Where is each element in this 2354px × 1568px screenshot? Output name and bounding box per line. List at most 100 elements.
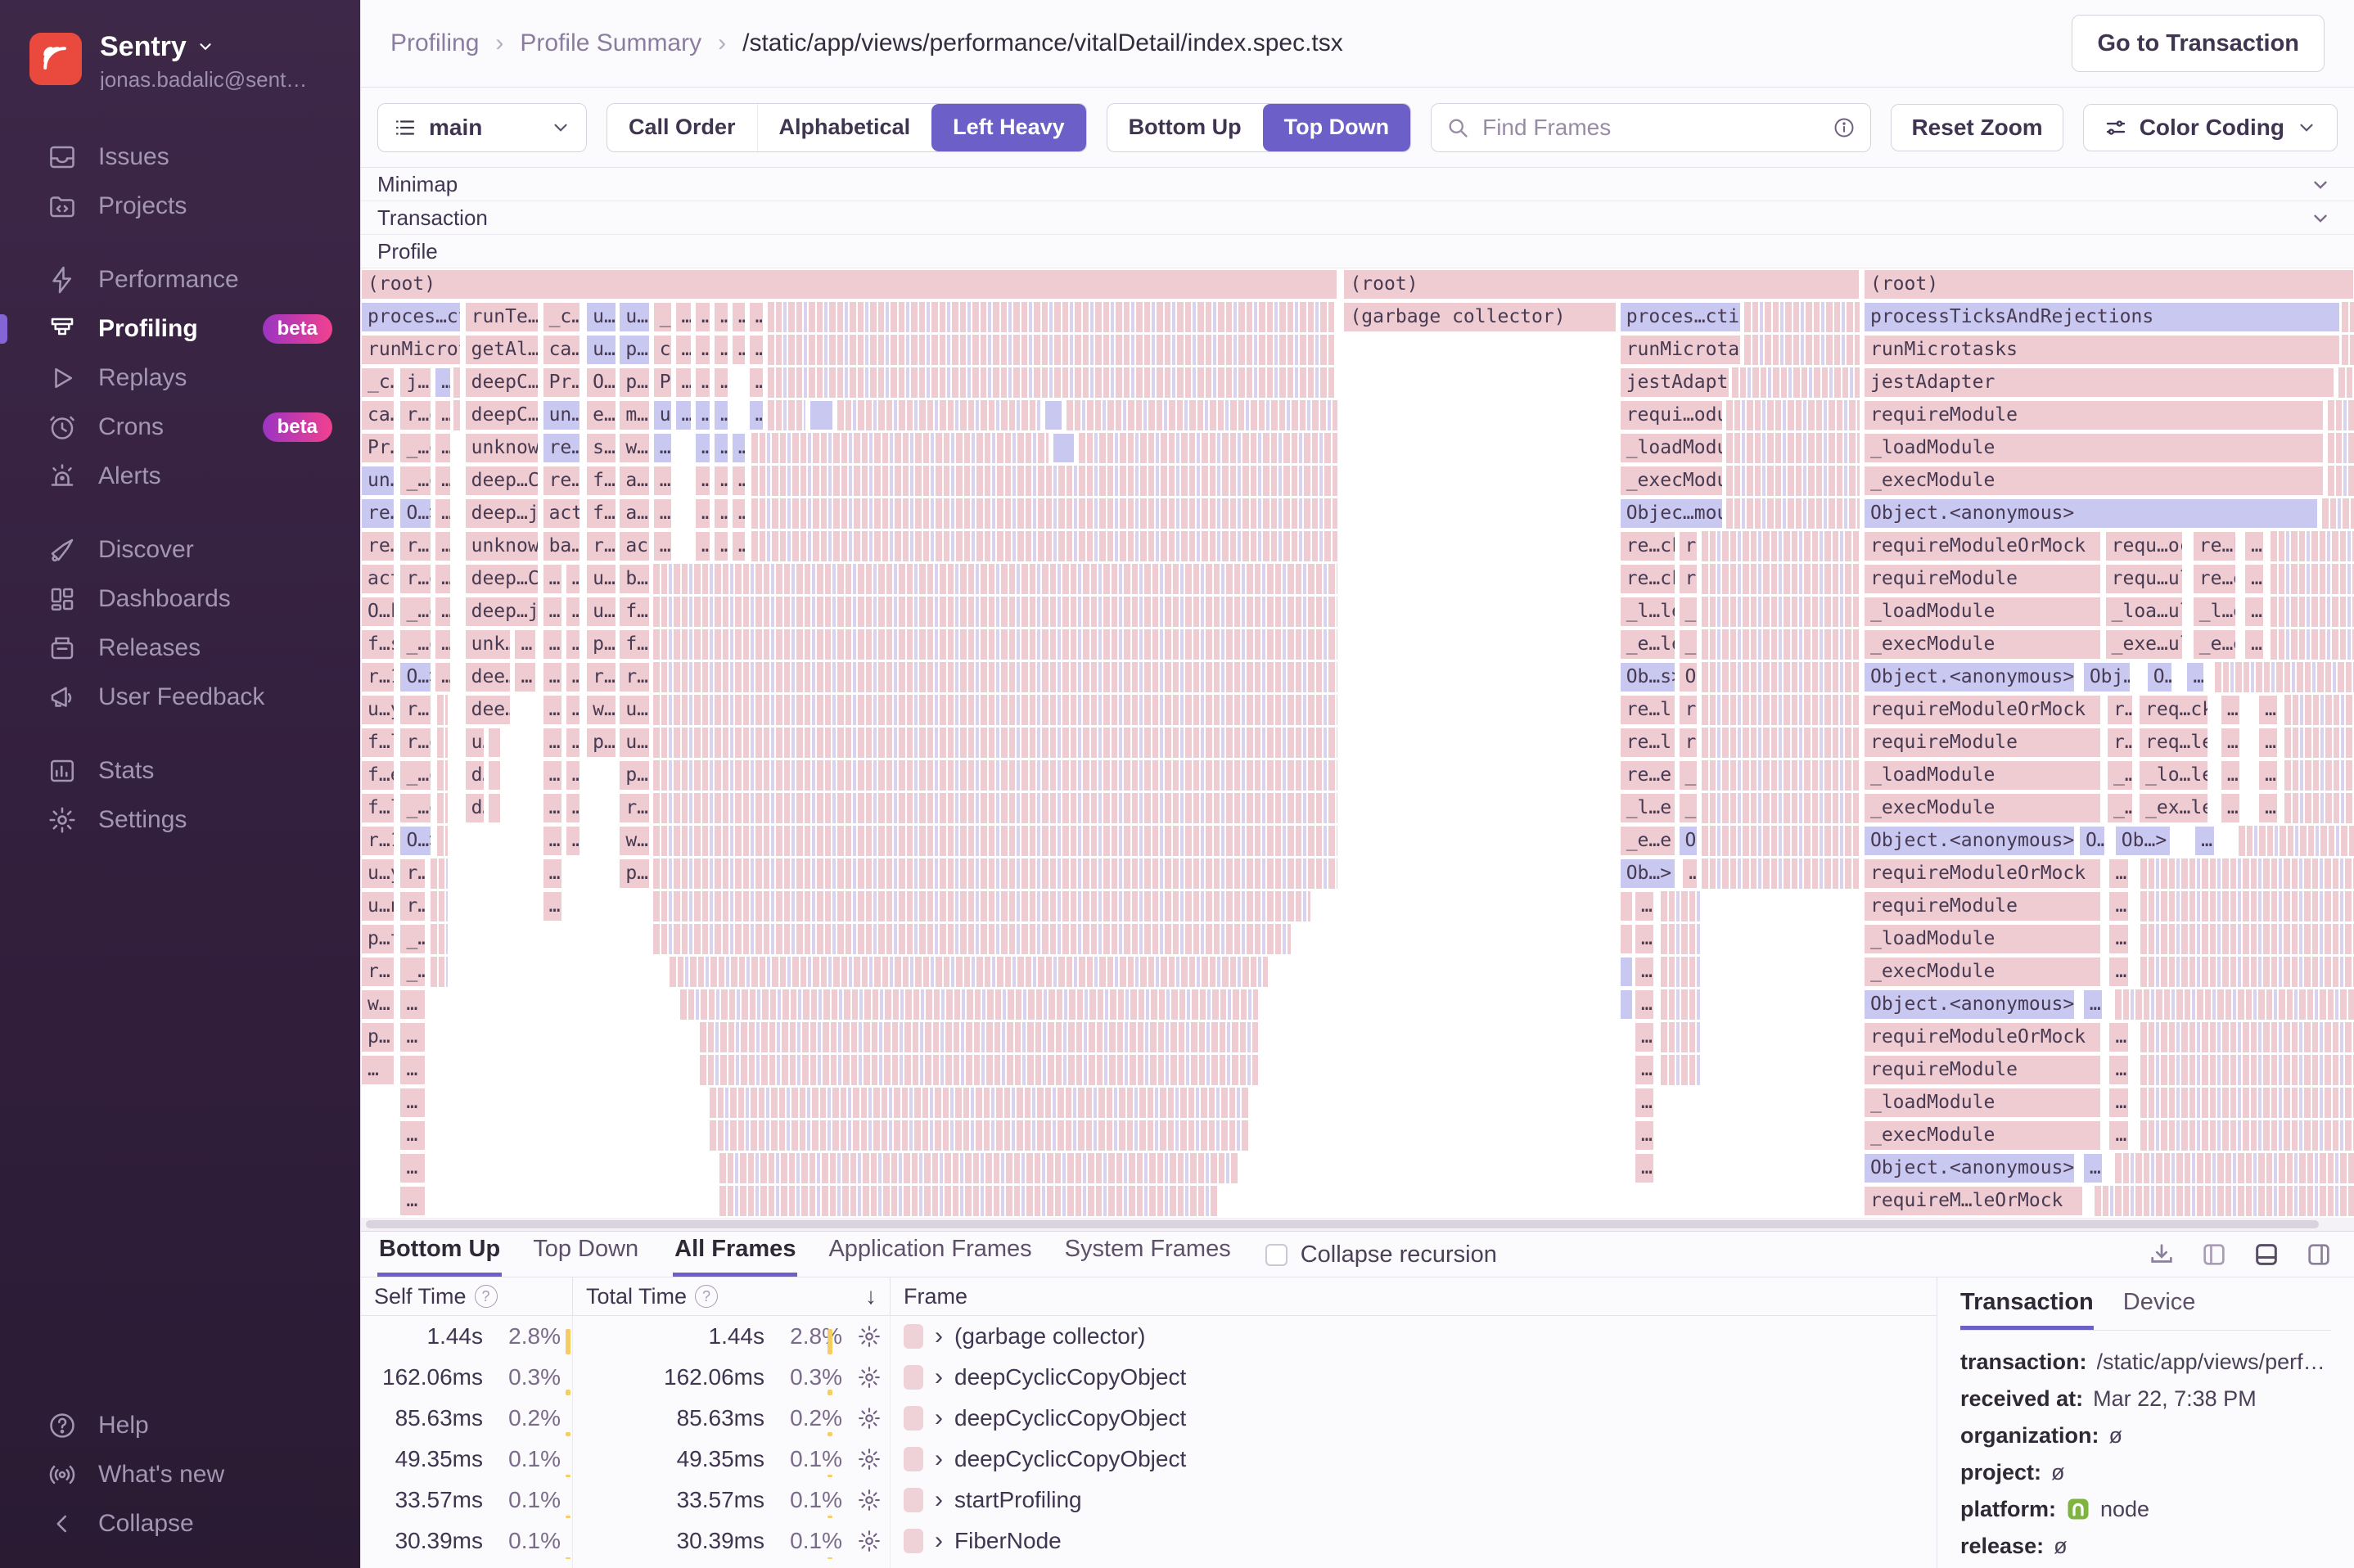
flame-frame[interactable]: _… [1679, 760, 1698, 791]
flame-frame[interactable]: f…l [619, 629, 650, 660]
flame-frame[interactable]: Pr…ed [543, 367, 580, 398]
sidebar-item-stats[interactable]: Stats [0, 746, 360, 795]
flame-frame[interactable] [653, 662, 1337, 692]
flame-frame[interactable]: dee…py [465, 662, 511, 692]
total-time-header[interactable]: Total Time? ↓ [572, 1277, 890, 1315]
breadcrumb-item[interactable]: Profile Summary [520, 29, 701, 57]
flame-frame[interactable]: … [435, 564, 450, 594]
flame-frame[interactable]: Obj…s> [2083, 662, 2131, 692]
flame-frame[interactable] [2140, 1120, 2354, 1151]
flame-frame[interactable]: … [695, 335, 710, 365]
flame-frame[interactable] [2095, 1186, 2354, 1216]
flame-frame[interactable] [1702, 695, 1860, 725]
flame-frame[interactable]: … [2258, 728, 2278, 758]
flame-frame[interactable]: … [566, 695, 580, 725]
flame-frame[interactable] [437, 695, 448, 725]
flame-frame[interactable] [670, 957, 1268, 987]
flame-frame[interactable]: … [399, 1120, 426, 1151]
sidebar-item-profiling[interactable]: Profilingbeta [0, 304, 360, 354]
self-time-header[interactable]: Self Time? [361, 1277, 572, 1315]
details-tab-transaction[interactable]: Transaction [1960, 1289, 2094, 1330]
flame-frame[interactable] [437, 760, 448, 791]
flame-frame[interactable]: r…e [399, 564, 431, 594]
flame-frame[interactable]: _l…e [2193, 597, 2237, 627]
flame-frame[interactable] [1661, 989, 1701, 1020]
flame-frame[interactable] [719, 1153, 1238, 1183]
flame-frame[interactable] [1726, 466, 1860, 496]
flame-frame[interactable]: … [695, 367, 710, 398]
table-row[interactable]: 49.35ms0.1%49.35ms0.1%›deepCyclicCopyObj… [361, 1439, 1937, 1480]
flame-frame[interactable]: r… [399, 858, 426, 889]
flame-frame[interactable]: … [1635, 891, 1654, 921]
flame-frame[interactable]: act [543, 498, 580, 529]
flame-frame[interactable]: … [543, 826, 562, 856]
go-to-transaction-button[interactable]: Go to Transaction [2072, 15, 2325, 72]
flame-frame[interactable]: … [732, 466, 746, 496]
frame-cell[interactable]: ›deepCyclicCopyObject [890, 1357, 1937, 1398]
flame-frame[interactable]: a…t [619, 498, 650, 529]
flame-frame[interactable]: Object.<anonymous> [1864, 826, 2075, 856]
flame-frame[interactable] [700, 1055, 1258, 1085]
sidebar-item-performance[interactable]: Performance [0, 255, 360, 304]
flame-frame[interactable] [1744, 302, 1860, 332]
flame-frame[interactable]: u…n [619, 302, 650, 332]
flame-frame[interactable] [437, 728, 448, 758]
flame-frame[interactable]: Pr…d [361, 433, 395, 463]
sidebar-item-dashboards[interactable]: Dashboards [0, 574, 360, 624]
flame-frame[interactable]: … [1635, 1153, 1654, 1183]
flame-frame[interactable]: r… [1679, 695, 1698, 725]
sidebar-item-replays[interactable]: Replays [0, 354, 360, 403]
flame-frame[interactable]: … [399, 1153, 426, 1183]
flame-frame[interactable]: ba…$1 [543, 531, 580, 561]
flame-frame[interactable]: a…r [619, 466, 650, 496]
flame-frame[interactable]: r… [399, 891, 426, 921]
flame-frame[interactable]: … [2108, 1022, 2128, 1052]
flame-frame[interactable]: r… [361, 957, 395, 987]
flame-frame[interactable]: _…e [399, 466, 431, 496]
flame-frame[interactable] [1620, 891, 1633, 921]
flame-frame[interactable]: … [2108, 1055, 2128, 1085]
flame-frame[interactable] [437, 793, 448, 823]
flame-frame[interactable]: _… [399, 957, 426, 987]
table-row[interactable]: 30.39ms0.1%30.39ms0.1%›FiberNode [361, 1521, 1937, 1561]
flame-frame[interactable] [768, 335, 1336, 365]
sidebar-item-help[interactable]: Help [0, 1401, 360, 1450]
flame-frame[interactable]: … [2244, 597, 2264, 627]
flame-frame[interactable]: Object.<anonymous> [1864, 498, 2318, 529]
flame-frame[interactable] [2271, 629, 2354, 660]
flame-frame[interactable]: … [714, 433, 728, 463]
strip-transaction[interactable]: Transaction [361, 201, 2354, 235]
flame-frame[interactable]: … [695, 498, 710, 529]
flame-frame[interactable] [2338, 367, 2354, 398]
flame-frame[interactable] [768, 302, 1336, 332]
flamegraph-hscrollbar[interactable] [361, 1218, 2354, 1231]
flame-frame[interactable] [1661, 924, 1701, 954]
flame-frame[interactable]: … [675, 400, 692, 430]
reset-zoom-button[interactable]: Reset Zoom [1891, 104, 2063, 151]
sidebar-item-collapse[interactable]: Collapse [0, 1499, 360, 1548]
flame-frame[interactable] [2140, 957, 2354, 987]
flame-frame[interactable]: … [695, 466, 710, 496]
flame-frame[interactable] [2284, 760, 2354, 791]
flame-frame[interactable] [809, 400, 833, 430]
flame-frame[interactable]: r…k [399, 531, 431, 561]
flame-frame[interactable] [431, 891, 448, 921]
flame-frame[interactable]: requi…odule [1620, 400, 1724, 430]
flame-frame[interactable]: _… [1679, 793, 1698, 823]
flame-frame[interactable]: requ…ule [2105, 564, 2183, 594]
flame-frame[interactable]: … [732, 433, 746, 463]
flame-frame[interactable]: d… [465, 793, 485, 823]
frame-cell[interactable]: ›(garbage collector) [890, 1316, 1937, 1357]
flame-frame[interactable]: … [749, 367, 764, 398]
flame-frame[interactable]: r…e [399, 400, 431, 430]
flame-frame[interactable]: p… [361, 1022, 395, 1052]
flame-frame[interactable] [1661, 957, 1701, 987]
flame-frame[interactable]: … [714, 400, 728, 430]
color-coding-button[interactable]: Color Coding [2083, 104, 2338, 151]
flame-frame[interactable]: getAl…Copy [465, 335, 539, 365]
flame-frame[interactable]: … [543, 629, 562, 660]
strip-minimap[interactable]: Minimap [361, 168, 2354, 201]
flame-frame[interactable] [431, 858, 448, 889]
flame-frame[interactable] [2140, 858, 2354, 889]
flame-frame[interactable]: deepC…Copy [465, 367, 539, 398]
